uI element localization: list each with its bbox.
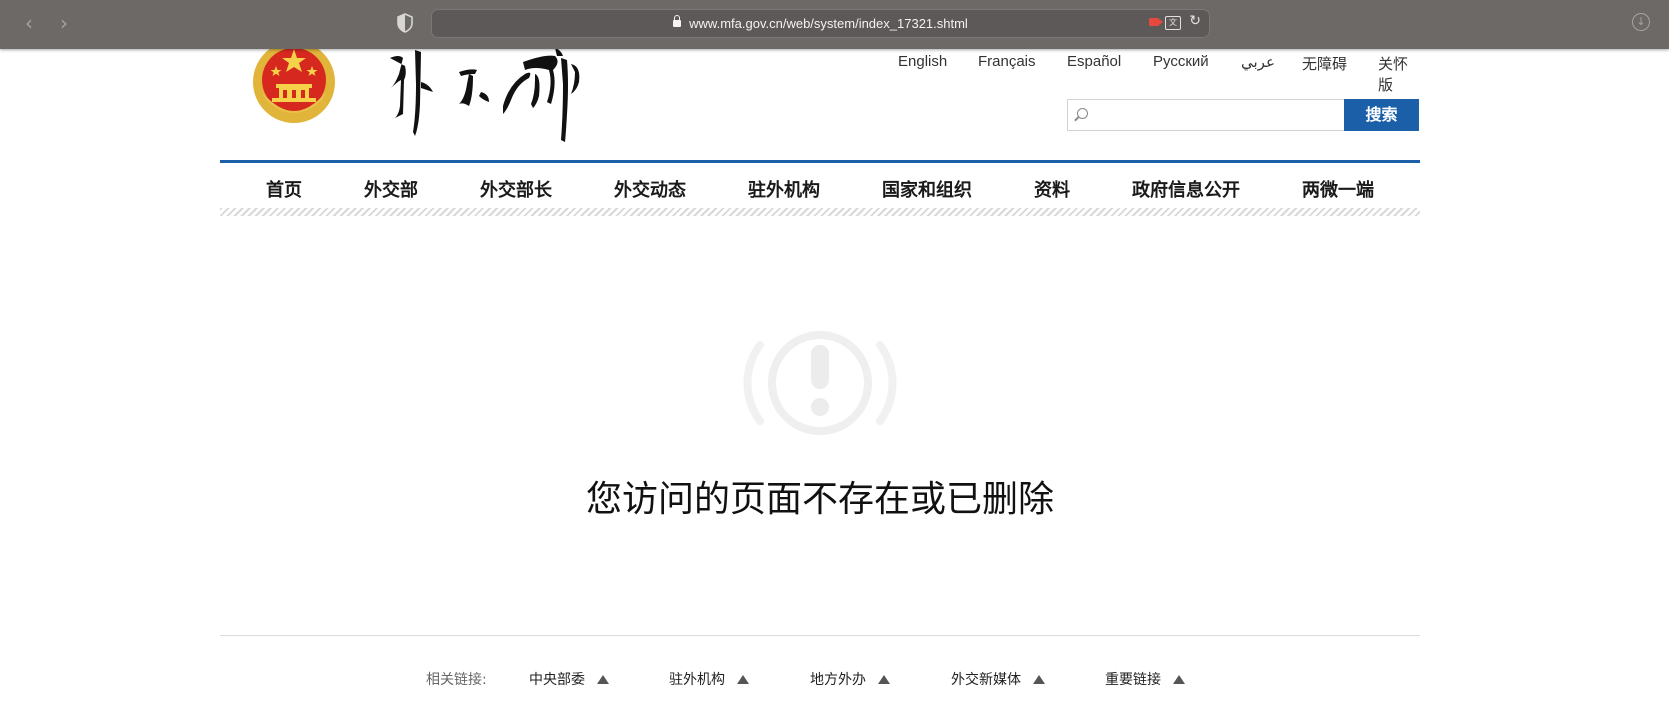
footer-link-label: 外交新媒体 (951, 672, 1021, 688)
nav-item-missions[interactable]: 驻外机构 (748, 176, 820, 202)
nav-item-activities[interactable]: 外交动态 (614, 176, 686, 202)
footer-link-label: 重要链接 (1105, 672, 1161, 688)
lang-link-english[interactable]: English (898, 53, 947, 70)
url-text: www.mfa.gov.cn/web/system/index_17321.sh… (432, 15, 1209, 31)
elderly-mode-link[interactable]: 关怀版 (1378, 53, 1420, 95)
privacy-shield-icon[interactable] (397, 13, 413, 33)
accessibility-link[interactable]: 无障碍 (1302, 53, 1347, 74)
triangle-up-icon (878, 675, 890, 684)
footer-link-important[interactable]: 重要链接 (1105, 669, 1185, 689)
footer-link-label: 地方外办 (810, 672, 866, 688)
nav-item-countries[interactable]: 国家和组织 (882, 176, 972, 202)
language-bar: English Français Español Русский عربي 无障… (0, 53, 1420, 94)
search-button[interactable]: 搜索 (1344, 99, 1419, 131)
forward-icon[interactable]: › (53, 12, 75, 34)
nav-top-rule (220, 160, 1420, 163)
warning-icon (743, 331, 897, 435)
back-icon[interactable]: ‹ (18, 12, 40, 34)
search-icon (1077, 108, 1088, 119)
nav-item-gov-info[interactable]: 政府信息公开 (1132, 176, 1240, 202)
triangle-up-icon (597, 675, 609, 684)
lock-icon (673, 15, 682, 27)
error-message: 您访问的页面不存在或已删除 (585, 479, 1054, 520)
lang-link-spanish[interactable]: Español (1067, 53, 1121, 70)
footer-divider (220, 635, 1420, 636)
lang-link-french[interactable]: Français (978, 53, 1036, 70)
related-links-label: 相关链接: (426, 672, 487, 688)
search-input[interactable] (1092, 100, 1336, 130)
lang-link-arabic[interactable]: عربي (1241, 53, 1275, 71)
triangle-up-icon (1173, 675, 1185, 684)
footer-link-local-offices[interactable]: 地方外办 (810, 669, 890, 689)
download-icon[interactable]: ↓ (1632, 13, 1650, 31)
reload-icon[interactable]: ↻ (1189, 13, 1201, 29)
camera-icon[interactable] (1149, 18, 1163, 26)
address-bar[interactable]: www.mfa.gov.cn/web/system/index_17321.sh… (431, 9, 1210, 38)
nav-item-resources[interactable]: 资料 (1034, 176, 1070, 202)
nav-hatch-divider (220, 208, 1420, 216)
translate-icon[interactable]: 文 (1165, 16, 1181, 30)
nav-item-social[interactable]: 两微一端 (1302, 176, 1374, 202)
triangle-up-icon (737, 675, 749, 684)
footer-link-new-media[interactable]: 外交新媒体 (951, 669, 1045, 689)
nav-item-minister[interactable]: 外交部长 (480, 176, 552, 202)
search-box (1067, 99, 1344, 131)
triangle-up-icon (1033, 675, 1045, 684)
nav-item-home[interactable]: 首页 (266, 176, 302, 202)
footer-link-missions[interactable]: 驻外机构 (669, 669, 749, 689)
footer-link-central-ministries[interactable]: 中央部委 (529, 669, 609, 689)
footer-link-label: 中央部委 (529, 672, 585, 688)
browser-toolbar: ‹ › www.mfa.gov.cn/web/system/index_1732… (0, 0, 1669, 49)
footer-link-label: 驻外机构 (669, 672, 725, 688)
lang-link-russian[interactable]: Русский (1153, 53, 1209, 70)
nav-item-ministry[interactable]: 外交部 (364, 176, 418, 202)
